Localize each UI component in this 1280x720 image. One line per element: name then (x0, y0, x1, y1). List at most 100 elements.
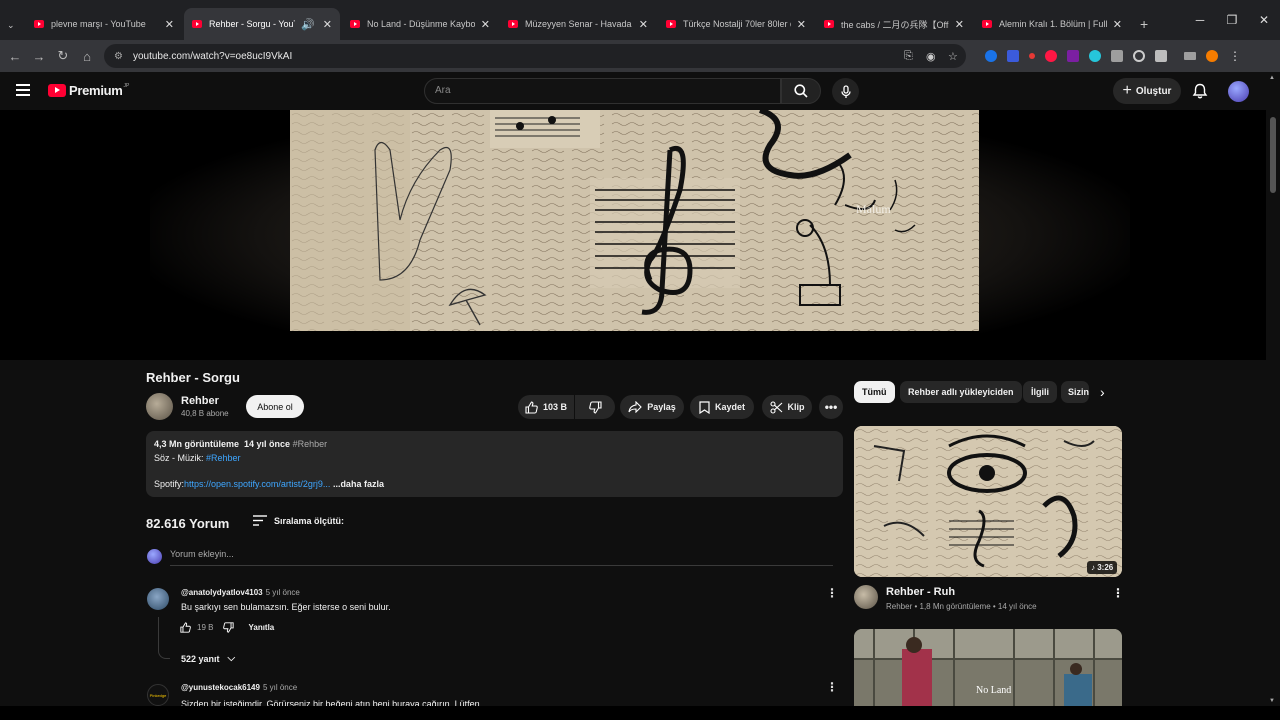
site-info-icon[interactable]: ⚙ (114, 51, 123, 62)
recommendation-title[interactable]: Rehber - Ruh (886, 586, 955, 598)
browser-tab[interactable]: No Land - Düşünme Kaybolursun✕ (342, 8, 498, 40)
chip-from-uploader[interactable]: Rehber adlı yükleyiciden (900, 381, 1022, 403)
url-text: youtube.com/watch?v=oe8ucI9VkAI (132, 50, 293, 62)
clip-button[interactable]: Klip (762, 395, 812, 419)
restore-icon[interactable]: ❐ (1216, 13, 1248, 27)
chip-for-you[interactable]: Sizin (1061, 381, 1089, 403)
hashtag[interactable]: #Rehber (293, 439, 328, 449)
voice-search-button[interactable] (832, 78, 859, 105)
extension-icon[interactable] (1029, 53, 1035, 59)
close-tab-icon[interactable]: ✕ (165, 18, 174, 31)
hashtag-link[interactable]: #Rehber (206, 453, 241, 463)
back-icon[interactable]: ← (3, 49, 27, 64)
like-button[interactable]: 103 B (518, 395, 574, 419)
comment-more-icon[interactable]: ⋮ (826, 586, 838, 600)
recommendation-thumbnail[interactable] (854, 426, 1122, 577)
scrollbar-thumb[interactable] (1270, 117, 1276, 193)
thread-connector (158, 617, 170, 659)
close-tab-icon[interactable]: ✕ (323, 18, 332, 31)
profile-icon[interactable] (1206, 50, 1218, 62)
share-button[interactable]: Paylaş (620, 395, 684, 419)
extension-icon[interactable] (1007, 50, 1019, 62)
scroll-down-icon[interactable]: ▼ (1269, 698, 1275, 704)
notifications-bell-icon[interactable] (1191, 82, 1209, 100)
spotify-link[interactable]: https://open.spotify.com/artist/2grj9... (184, 479, 330, 489)
save-button[interactable]: Kaydet (690, 395, 754, 419)
browser-tab[interactable]: Türkçe Nostalji 70ler 80ler dev✕ (658, 8, 814, 40)
sort-icon[interactable] (253, 515, 267, 526)
tab-search-button[interactable]: ⌄ (2, 16, 24, 34)
thumbnail-art (854, 426, 1122, 577)
reply-button[interactable]: Yanıtla (248, 623, 274, 632)
comment-author[interactable]: @anatolydyatlov4103 5 yıl önce (181, 588, 300, 597)
thumbs-down-icon (588, 400, 602, 414)
commenter-avatar[interactable] (147, 588, 169, 610)
extension-icon[interactable] (985, 50, 997, 62)
channel-avatar[interactable] (146, 393, 173, 420)
close-window-icon[interactable]: ✕ (1248, 13, 1280, 27)
close-tab-icon[interactable]: ✕ (955, 18, 964, 31)
window-controls: ─ ❐ ✕ (1184, 0, 1280, 40)
chip-related[interactable]: İlgili (1023, 381, 1057, 403)
comment-author[interactable]: @yunustekocak6149 5 yıl önce (181, 683, 297, 692)
channel-name[interactable]: Rehber (181, 395, 219, 407)
extensions-area: ⋮ (980, 40, 1241, 72)
recommendation-more-icon[interactable]: ⋮ (1112, 586, 1124, 600)
show-more-link[interactable]: ...daha fazla (333, 479, 384, 489)
search-input[interactable]: Ara (424, 78, 781, 104)
close-tab-icon[interactable]: ✕ (481, 18, 490, 31)
search-icon (794, 84, 808, 98)
browser-tab[interactable]: Müzeyyen Senar - Havada Bulut✕ (500, 8, 656, 40)
thumbs-down-icon[interactable] (223, 622, 235, 633)
page-scrollbar[interactable]: ▲ ▼ (1266, 72, 1280, 706)
commenter-avatar[interactable]: Pinkedge (147, 684, 169, 706)
eye-off-icon[interactable]: ◉ (926, 50, 936, 63)
reading-list-icon[interactable] (1184, 52, 1196, 60)
bookmark-star-icon[interactable]: ☆ (948, 50, 958, 63)
extension-icon[interactable] (1111, 50, 1123, 62)
subscribe-button[interactable]: Abone ol (246, 395, 304, 418)
video-player[interactable]: Malum (0, 110, 1266, 360)
sort-button[interactable]: Sıralama ölçütü: (274, 516, 344, 526)
extension-icon[interactable] (1133, 50, 1145, 62)
extension-icon[interactable] (1045, 50, 1057, 62)
youtube-premium-logo[interactable]: Premium JP (48, 83, 129, 98)
new-tab-button[interactable]: + (1132, 8, 1156, 40)
add-comment-input[interactable]: Yorum ekleyin... (170, 549, 833, 566)
dislike-button[interactable] (575, 395, 615, 419)
channel-avatar[interactable] (854, 585, 878, 609)
more-actions-button[interactable]: ••• (819, 395, 843, 419)
close-tab-icon[interactable]: ✕ (797, 18, 806, 31)
youtube-favicon-icon (34, 20, 44, 28)
account-avatar[interactable] (1228, 81, 1249, 102)
comment-more-icon[interactable]: ⋮ (826, 680, 838, 694)
extension-icon[interactable] (1067, 50, 1079, 62)
create-button[interactable]: + Oluştur (1113, 78, 1181, 104)
browser-tab[interactable]: Alemin Kralı 1. Bölüm | Full HD✕ (974, 8, 1130, 40)
home-icon[interactable]: ⌂ (75, 49, 99, 64)
search-button[interactable] (781, 78, 821, 104)
chevron-right-icon[interactable]: › (1100, 384, 1105, 400)
minimize-icon[interactable]: ─ (1184, 13, 1216, 27)
browser-tab[interactable]: the cabs / 二月の兵隊【Official✕ (816, 8, 972, 40)
thumbs-up-icon[interactable] (180, 622, 191, 633)
install-icon[interactable]: ⎘ (904, 50, 913, 63)
browser-tab-active[interactable]: Rehber - Sorgu - YouTube🔊✕ (184, 8, 340, 40)
hamburger-menu-icon[interactable] (16, 84, 30, 96)
browser-tab[interactable]: plevne marşı - YouTube ✕ (26, 8, 182, 40)
description-box[interactable]: 4,3 Mn görüntüleme 14 yıl önce #Rehber S… (146, 431, 843, 497)
close-tab-icon[interactable]: ✕ (639, 18, 648, 31)
view-replies-button[interactable]: 522 yanıt ⌵ (181, 653, 235, 664)
browser-menu-icon[interactable]: ⋮ (1229, 49, 1241, 63)
extension-icon[interactable] (1089, 50, 1101, 62)
plus-icon: + (1122, 82, 1132, 99)
forward-icon[interactable]: → (27, 49, 51, 64)
close-tab-icon[interactable]: ✕ (1113, 18, 1122, 31)
scroll-up-icon[interactable]: ▲ (1269, 75, 1275, 81)
chip-all[interactable]: Tümü (854, 381, 895, 403)
extensions-puzzle-icon[interactable] (1155, 50, 1167, 62)
reload-icon[interactable]: ↻ (51, 48, 75, 64)
speaker-icon[interactable]: 🔊 (301, 18, 315, 31)
address-bar[interactable]: ⚙ youtube.com/watch?v=oe8ucI9VkAI ⎘ ◉ ☆ (104, 44, 966, 68)
art-caption: Malum (856, 202, 891, 216)
